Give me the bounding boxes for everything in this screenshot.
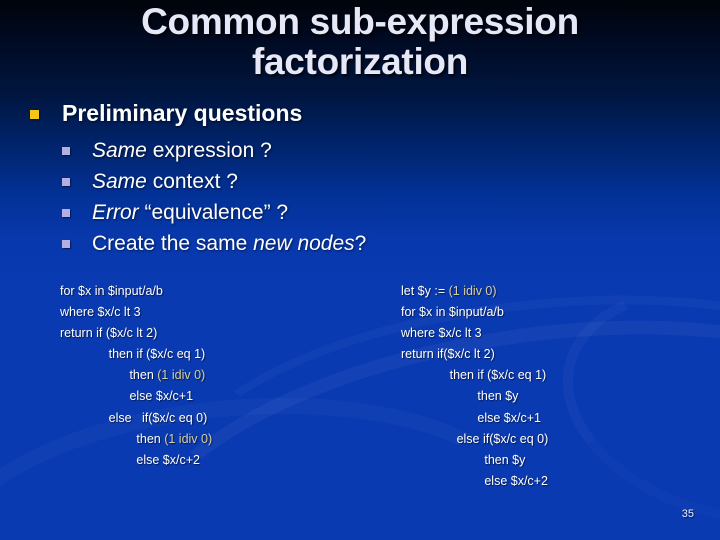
code-line: for $x in $input/a/b [401,302,701,323]
square-bullet-icon [62,178,70,186]
bullet-level1-preliminary-questions: Preliminary questions [0,98,720,128]
bullet-rest: “equivalence” ? [138,201,289,224]
slide-page-number: 35 [681,508,694,520]
code-line: else $x/c+1 [401,408,701,429]
code-line: then if ($x/c eq 1) [401,365,701,386]
code-line: then if ($x/c eq 1) [60,344,360,365]
bullet-level2-same-context: Same context ? [0,166,720,197]
square-bullet-icon [62,209,70,217]
code-text: where $x/c lt 3 [60,305,141,320]
code-text: then if ($x/c eq 1) [401,368,547,383]
code-line: return if($x/c lt 2) [401,344,701,365]
code-text: else if($x/c eq 0) [401,431,549,446]
code-block-before-factorization: for $x in $input/a/b where $x/c lt 3 retur… [60,281,360,471]
code-line: else $x/c+2 [60,450,360,471]
sub-bullet-list: Same expression ? Same context ? Error “… [0,135,720,259]
code-block-after-factorization: let $y := (1 idiv 0) for $x in $input/a/b… [401,281,701,492]
bullet-level1-label: Preliminary questions [62,100,303,126]
code-line: then (1 idiv 0) [60,429,360,450]
bullet-italic-lead: Same [92,139,147,162]
code-text: then [60,368,158,383]
bullet-italic-lead: Same [92,170,147,193]
code-text: return if ($x/c lt 2) [60,326,158,341]
code-highlighted-expression: (1 idiv 0) [448,284,497,298]
square-bullet-icon [62,240,70,248]
code-text: then if ($x/c eq 1) [60,347,206,362]
bullet-level2-error-equivalence: Error “equivalence” ? [0,197,720,228]
code-line: let $y := (1 idiv 0) [401,281,701,302]
code-text: else $x/c+1 [60,389,194,404]
code-text: else $x/c+2 [60,452,200,467]
code-line: else if($x/c eq 0) [60,408,360,429]
bullet-tail: ? [354,232,367,255]
square-bullet-icon [30,110,39,119]
code-line: return if ($x/c lt 2) [60,323,360,344]
code-line: else $x/c+2 [401,471,701,492]
code-line: else if($x/c eq 0) [401,429,701,450]
code-line: then $y [401,450,701,471]
slide-title: Common sub-expression factorization [141,1,579,82]
code-text: return if($x/c lt 2) [401,347,495,362]
bullet-italic-lead: Error [92,201,139,224]
code-line: where $x/c lt 3 [60,302,360,323]
code-line: then (1 idiv 0) [60,365,360,386]
code-text: where $x/c lt 3 [401,326,482,341]
code-highlighted-expression: (1 idiv 0) [164,431,213,446]
bullet-level2-same-expression: Same expression ? [0,135,720,166]
code-text: for $x in $input/a/b [401,305,504,320]
bullet-level2-create-same-new-nodes: Create the same new nodes? [0,228,720,259]
code-highlighted-expression: (1 idiv 0) [157,368,206,383]
code-text: else if($x/c eq 0) [60,410,208,425]
code-line: then $y [401,386,701,407]
slide-body: Preliminary questions Same expression ? … [0,98,720,259]
bullet-rest: context ? [146,170,238,193]
code-text: else $x/c+2 [401,473,548,488]
code-text: else $x/c+1 [401,410,541,425]
code-text: then $y [401,389,519,404]
square-bullet-icon [62,147,70,155]
code-text: let $y := [401,284,449,298]
bullet-italic-tail: new nodes [253,232,355,255]
slide-canvas: Common sub-expression factorization Prel… [0,0,720,540]
bullet-rest: Create the same [92,232,254,255]
code-text: then $y [401,452,526,467]
bullet-rest: expression ? [146,139,272,162]
code-text: then [60,431,165,446]
code-line: else $x/c+1 [60,386,360,407]
code-line: for $x in $input/a/b [60,281,360,302]
code-text: for $x in $input/a/b [60,284,163,298]
code-line: where $x/c lt 3 [401,323,701,344]
